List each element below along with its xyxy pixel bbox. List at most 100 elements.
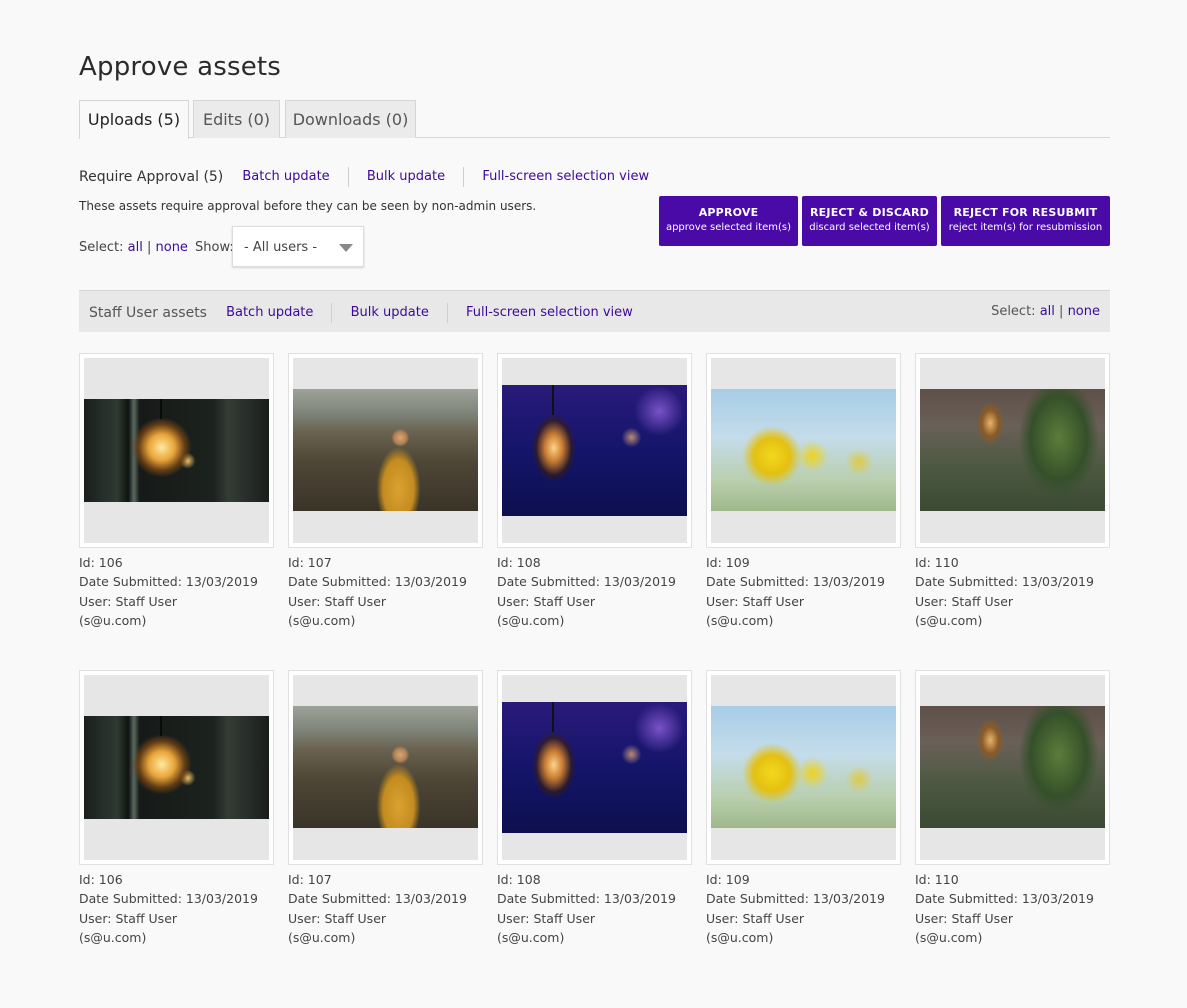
asset-date: Date Submitted: 13/03/2019	[706, 891, 885, 907]
asset-user: User: Staff User	[706, 593, 805, 609]
plant-photo	[920, 706, 1105, 828]
tab-uploads[interactable]: Uploads (5)	[79, 100, 189, 139]
asset-date: Date Submitted: 13/03/2019	[288, 574, 467, 590]
reject-discard-title: REJECT & DISCARD	[810, 206, 929, 219]
group-select-label: Select:	[991, 304, 1036, 319]
asset-date: Date Submitted: 13/03/2019	[497, 891, 676, 907]
asset-date: Date Submitted: 13/03/2019	[497, 574, 676, 590]
asset-thumbnail[interactable]	[497, 353, 692, 548]
asset-date: Date Submitted: 13/03/2019	[706, 574, 885, 590]
select-separator: |	[146, 240, 152, 255]
user-filter-value: - All users -	[244, 240, 318, 255]
asset-email: (s@u.com)	[79, 929, 147, 945]
select-all-link[interactable]: all	[128, 240, 143, 255]
group-select-separator: |	[1059, 304, 1064, 319]
asset-email: (s@u.com)	[497, 929, 565, 945]
asset-date: Date Submitted: 13/03/2019	[288, 891, 467, 907]
asset-meta: Id: 108 Date Submitted: 13/03/2019 User:…	[497, 870, 676, 947]
asset-thumbnail[interactable]	[288, 670, 483, 865]
asset-id: Id: 109	[706, 872, 750, 887]
asset-thumbnail[interactable]	[915, 670, 1110, 865]
asset-email: (s@u.com)	[915, 612, 983, 628]
divider	[331, 302, 333, 323]
asset-email: (s@u.com)	[915, 929, 983, 945]
asset-user: User: Staff User	[288, 593, 387, 609]
asset-thumbnail[interactable]	[706, 353, 901, 548]
reject-discard-button[interactable]: REJECT & DISCARD discard selected item(s…	[802, 196, 937, 246]
asset-id: Id: 106	[79, 555, 123, 570]
group-batch-update-link[interactable]: Batch update	[226, 305, 313, 320]
asset-thumbnail[interactable]	[288, 353, 483, 548]
lightbulb-photo	[502, 385, 687, 516]
asset-date: Date Submitted: 13/03/2019	[915, 891, 1094, 907]
asset-id: Id: 107	[288, 872, 332, 887]
group-title: Staff User assets	[89, 304, 207, 321]
fullscreen-selection-link[interactable]: Full-screen selection view	[482, 169, 649, 184]
divider	[463, 166, 465, 187]
group-bulk-update-link[interactable]: Bulk update	[351, 305, 429, 320]
approval-description: These assets require approval before the…	[79, 199, 537, 213]
asset-meta: Id: 108 Date Submitted: 13/03/2019 User:…	[497, 553, 676, 630]
asset-id: Id: 110	[915, 872, 959, 887]
approve-button-title: APPROVE	[698, 206, 759, 219]
group-header: Staff User assets Batch update Bulk upda…	[89, 302, 633, 323]
asset-id: Id: 108	[497, 872, 541, 887]
group-select-controls: Select: all | none	[991, 304, 1100, 319]
group-fullscreen-selection-link[interactable]: Full-screen selection view	[466, 305, 633, 320]
reject-resubmit-button[interactable]: REJECT FOR RESUBMIT reject item(s) for r…	[941, 196, 1110, 246]
asset-thumbnail[interactable]	[706, 670, 901, 865]
asset-user: User: Staff User	[79, 593, 178, 609]
asset-meta: Id: 109 Date Submitted: 13/03/2019 User:…	[706, 553, 885, 630]
lightbulb-photo	[502, 702, 687, 833]
asset-date: Date Submitted: 13/03/2019	[79, 891, 258, 907]
asset-email: (s@u.com)	[706, 612, 774, 628]
chevron-down-icon	[339, 244, 353, 252]
asset-meta: Id: 106 Date Submitted: 13/03/2019 User:…	[79, 553, 258, 630]
select-label: Select:	[79, 240, 124, 255]
flower-photo	[711, 706, 896, 828]
asset-meta: Id: 107 Date Submitted: 13/03/2019 User:…	[288, 553, 467, 630]
reject-discard-subtitle: discard selected item(s)	[809, 222, 930, 233]
asset-thumbnail[interactable]	[497, 670, 692, 865]
group-select-all-link[interactable]: all	[1040, 304, 1055, 319]
asset-id: Id: 109	[706, 555, 750, 570]
asset-thumbnail[interactable]	[79, 670, 274, 865]
group-select-none-link[interactable]: none	[1068, 304, 1100, 319]
tab-edits[interactable]: Edits (0)	[193, 100, 280, 138]
reject-resubmit-title: REJECT FOR RESUBMIT	[953, 206, 1098, 219]
batch-update-link[interactable]: Batch update	[242, 169, 329, 184]
reject-resubmit-subtitle: reject item(s) for resubmission	[948, 222, 1103, 233]
asset-thumbnail[interactable]	[79, 353, 274, 548]
asset-user: User: Staff User	[288, 910, 387, 926]
user-filter-select[interactable]: - All users -	[232, 226, 364, 267]
asset-user: User: Staff User	[497, 910, 596, 926]
show-label: Show:	[195, 240, 234, 255]
select-none-link[interactable]: none	[156, 240, 188, 255]
asset-meta: Id: 106 Date Submitted: 13/03/2019 User:…	[79, 870, 258, 947]
asset-email: (s@u.com)	[288, 612, 356, 628]
asset-email: (s@u.com)	[497, 612, 565, 628]
asset-user: User: Staff User	[915, 910, 1014, 926]
asset-email: (s@u.com)	[288, 929, 356, 945]
asset-id: Id: 107	[288, 555, 332, 570]
asset-id: Id: 108	[497, 555, 541, 570]
page-title: Approve assets	[79, 52, 282, 82]
approve-button[interactable]: APPROVE approve selected item(s)	[659, 196, 798, 246]
asset-user: User: Staff User	[915, 593, 1014, 609]
asset-user: User: Staff User	[497, 593, 596, 609]
tab-bar: Uploads (5) Edits (0) Downloads (0)	[79, 100, 1110, 139]
require-approval-title: Require Approval (5)	[79, 168, 224, 185]
asset-meta: Id: 110 Date Submitted: 13/03/2019 User:…	[915, 870, 1094, 947]
lightbulb-photo	[84, 716, 269, 819]
asset-meta: Id: 107 Date Submitted: 13/03/2019 User:…	[288, 870, 467, 947]
lightbulb-photo	[84, 399, 269, 502]
woman-photo	[293, 389, 478, 511]
staff-user-group-bar: Staff User assets Batch update Bulk upda…	[79, 290, 1110, 332]
asset-thumbnail[interactable]	[915, 353, 1110, 548]
flower-photo	[711, 389, 896, 511]
tab-downloads[interactable]: Downloads (0)	[285, 100, 416, 138]
divider	[347, 166, 349, 187]
woman-photo	[293, 706, 478, 828]
select-controls-group: Select: all | none	[79, 240, 188, 255]
bulk-update-link[interactable]: Bulk update	[367, 169, 445, 184]
